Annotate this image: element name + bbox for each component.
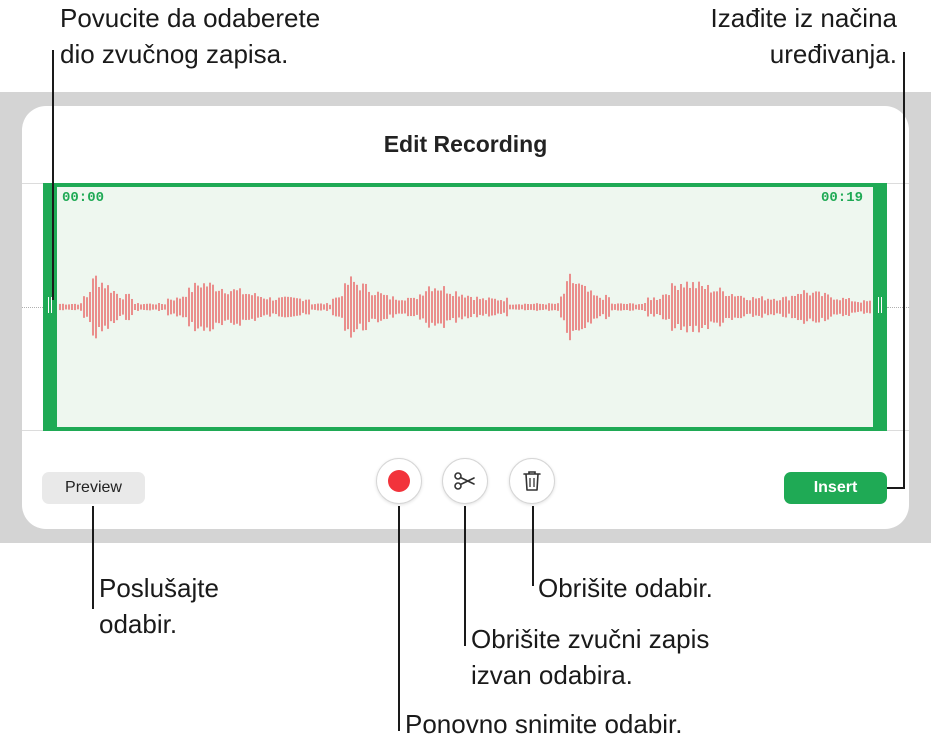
callout-delete: Obrišite odabir.	[538, 570, 713, 606]
callout-rerecord-line1: Ponovno snimite odabir.	[405, 709, 683, 739]
callout-trim: Obrišite zvučni zapis izvan odabira.	[471, 621, 709, 693]
callout-rerecord: Ponovno snimite odabir.	[405, 706, 683, 742]
callout-preview: Poslušajte odabir.	[99, 570, 219, 642]
preview-button[interactable]: Preview	[42, 472, 145, 504]
callout-delete-line1: Obrišite odabir.	[538, 573, 713, 603]
trash-icon	[523, 471, 541, 491]
leader-line-preview	[92, 506, 94, 609]
selection-end-handle[interactable]	[873, 183, 887, 431]
end-time: 00:19	[821, 190, 864, 206]
leader-line-trim	[464, 506, 466, 646]
callout-exit-edit-line1: Izađite iz načina	[710, 3, 897, 33]
leader-line-exit-tick	[887, 487, 905, 489]
record-button[interactable]	[376, 458, 422, 504]
scissors-icon	[454, 472, 475, 490]
callout-exit-edit: Izađite iz načina uređivanja.	[711, 0, 897, 72]
callout-drag-select-line2: dio zvučnog zapisa.	[60, 39, 289, 69]
callout-exit-edit-line2: uređivanja.	[769, 39, 897, 69]
start-time: 00:00	[62, 190, 105, 206]
leader-line-drag	[52, 50, 54, 300]
delete-button[interactable]	[509, 458, 555, 504]
leader-line-rerecord	[398, 506, 400, 731]
insert-button[interactable]: Insert	[784, 472, 887, 504]
grip-icon	[878, 297, 882, 313]
leader-line-exit	[903, 52, 905, 489]
selection-start-handle[interactable]	[43, 183, 57, 431]
callout-trim-line1: Obrišite zvučni zapis	[471, 624, 710, 654]
callout-drag-select: Povucite da odaberete dio zvučnog zapisa…	[60, 0, 320, 72]
callout-trim-line2: izvan odabira.	[471, 660, 633, 690]
callout-preview-line1: Poslušajte	[99, 573, 219, 603]
callout-drag-select-line1: Povucite da odaberete	[60, 3, 321, 33]
record-icon	[388, 470, 410, 492]
callout-preview-line2: odabir.	[99, 609, 178, 639]
trim-button[interactable]	[442, 458, 488, 504]
leader-line-delete	[532, 506, 534, 586]
